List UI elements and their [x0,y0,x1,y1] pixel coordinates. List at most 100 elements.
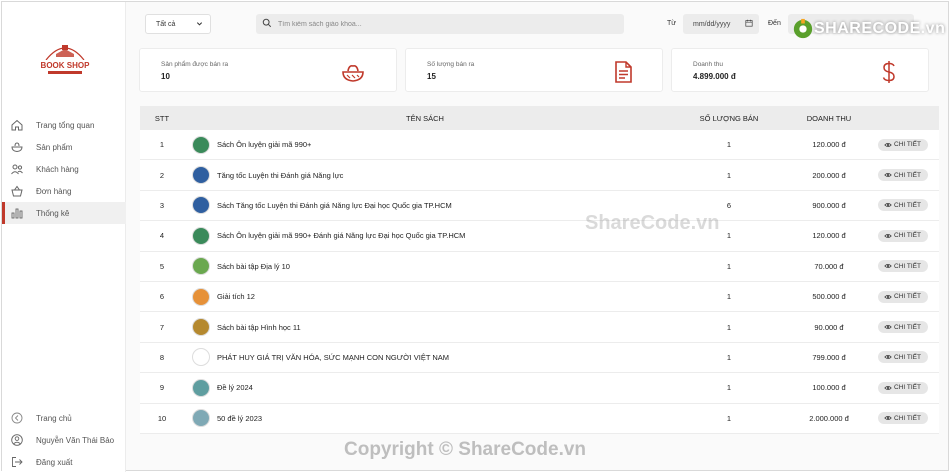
stat-title: Số lượng bán ra [427,61,475,68]
table-row: 4 Sách Ôn luyện giải mã 990+ Đánh giá Năn… [140,221,939,252]
category-filter-select[interactable]: Tất cả [145,14,211,34]
detail-button-label: CHI TIẾT [894,262,921,270]
detail-button-label: CHI TIẾT [894,232,921,240]
cell-action: CHI TIẾT [866,290,939,303]
cell-quantity: 1 [726,140,732,150]
detail-button[interactable]: CHI TIẾT [877,321,928,334]
stat-value: 10 [161,72,170,81]
cell-action: CHI TIẾT [866,229,939,242]
basket-icon [10,184,24,198]
cell-revenue: 120.000 đ [812,231,846,241]
logout-icon [10,455,24,469]
product-bowl-icon [10,140,24,154]
detail-button[interactable]: CHI TIẾT [877,381,928,394]
eye-icon [884,264,892,269]
sales-table: STT TÊN SÁCH SỐ LƯỢNG BÁN DOANH THU 1 Sác… [140,106,939,434]
sidebar-item-customers[interactable]: Khách hàng [2,158,126,180]
table-row: 10 50 đề lý 2023 1 2.000.000 đ CHI TIẾT [140,403,939,434]
watermark-center: ShareCode.vn [585,212,720,234]
book-thumbnail [192,318,210,337]
sidebar-bottom-nav: Trang chủ Nguyễn Văn Thái Bảo Đăng xuất [2,407,126,472]
cell-action: CHI TIẾT [866,321,939,334]
sidebar-item-label: Sản phẩm [36,142,73,152]
book-name: Sách Ôn luyện giải mã 990+ [217,140,312,150]
cell-book: Sách bài tập Địa lý 10 [184,257,666,276]
detail-button[interactable]: CHI TIẾT [877,138,928,151]
sidebar-item-profile[interactable]: Nguyễn Văn Thái Bảo [2,429,126,451]
user-circle-icon [10,433,24,447]
cell-book: Giải tích 12 [184,287,666,306]
cell-revenue: 90.000 đ [814,322,844,332]
dollar-icon [876,59,902,85]
cell-stt: 9 [159,383,165,393]
cell-stt: 10 [157,413,167,423]
detail-button[interactable]: CHI TIẾT [877,199,928,212]
table-body: 1 Sách Ôn luyện giải mã 990+ 1 120.000 đ CHI… [140,130,939,434]
book-shop-logo[interactable]: BOOK SHOP [40,38,90,80]
brand-logo-icon [793,18,813,39]
book-name: Sách Tăng tốc Luyện thi Đánh giá Năng lự… [217,200,452,210]
cell-stt: 2 [159,170,165,180]
table-row: 6 Giải tích 12 1 500.000 đ CHI TIẾT [140,281,939,313]
sidebar-item-statistics[interactable]: Thống kê [2,202,126,224]
cell-action: CHI TIẾT [866,199,939,212]
cell-action: CHI TIẾT [866,260,939,273]
detail-button[interactable]: CHI TIẾT [877,351,928,364]
sidebar-item-logout[interactable]: Đăng xuất [2,451,126,472]
cell-action: CHI TIẾT [866,381,939,394]
cell-revenue: 900.000 đ [812,200,846,210]
book-name: Đề lý 2024 [217,383,253,393]
cell-quantity: 1 [726,413,732,423]
detail-button[interactable]: CHI TIẾT [877,260,928,273]
cell-revenue: 120.000 đ [812,140,846,150]
home-icon [10,118,24,132]
stat-card-revenue: Doanh thu 4.899.000 đ [671,48,929,92]
detail-button[interactable]: CHI TIẾT [877,290,928,303]
cell-action: CHI TIẾT [866,351,939,364]
sidebar-item-home-page[interactable]: Trang chủ [2,407,126,429]
cell-revenue: 500.000 đ [812,292,846,302]
table-row: 8 PHÁT HUY GIÁ TRỊ VĂN HÓA, SỨC MẠNH CON … [140,342,939,374]
sidebar-item-dashboard[interactable]: Trang tổng quan [2,114,126,136]
table-row: 5 Sách bài tập Địa lý 10 1 70.000 đ CHI TIẾT [140,251,939,282]
detail-button[interactable]: CHI TIẾT [877,169,928,182]
detail-button-label: CHI TIẾT [894,414,921,422]
book-name: Giải tích 12 [217,292,255,302]
table-row: 9 Đề lý 2024 1 100.000 đ CHI TIẾT [140,373,939,404]
brand-text: SHARECODE.vn [814,20,946,37]
eye-icon [884,142,892,147]
sidebar-item-label: Thống kê [36,208,70,218]
detail-button-label: CHI TIẾT [894,171,921,179]
book-thumbnail [192,196,210,215]
table-header: STT TÊN SÁCH SỐ LƯỢNG BÁN DOANH THU [140,106,939,130]
table-row: 1 Sách Ôn luyện giải mã 990+ 1 120.000 đ CHI… [140,130,939,161]
cell-stt: 6 [159,292,165,302]
cell-action: CHI TIẾT [866,138,939,151]
detail-button[interactable]: CHI TIẾT [877,229,928,242]
sidebar-item-products[interactable]: Sản phẩm [2,136,126,158]
cell-stt: 8 [159,352,165,362]
cell-action: CHI TIẾT [866,169,939,182]
detail-button-label: CHI TIẾT [894,201,921,209]
book-thumbnail [192,226,210,245]
cell-stt: 7 [159,322,165,332]
chevron-down-icon [196,20,203,29]
sidebar-item-label: Trang tổng quan [36,120,95,130]
sidebar-item-label: Nguyễn Văn Thái Bảo [36,435,115,445]
eye-icon [884,294,892,299]
brand-watermark: SHARECODE.vn [792,14,945,44]
search-input[interactable] [278,20,578,28]
eye-icon [884,355,892,360]
table-row: 7 Sách bài tập Hình học 11 1 90.000 đ CHI TI… [140,312,939,343]
document-icon [610,59,636,85]
book-name: Sách bài tập Địa lý 10 [217,261,290,271]
detail-button[interactable]: CHI TIẾT [877,412,928,425]
cell-stt: 4 [159,231,165,241]
book-thumbnail [192,348,210,367]
sidebar-item-orders[interactable]: Đơn hàng [2,180,126,202]
from-date-input[interactable]: mm/dd/yyyy [683,14,759,34]
detail-button-label: CHI TIẾT [894,353,921,361]
watermark-footer: Copyright © ShareCode.vn [344,439,587,460]
cell-quantity: 1 [726,352,732,362]
cell-quantity: 1 [726,292,732,302]
